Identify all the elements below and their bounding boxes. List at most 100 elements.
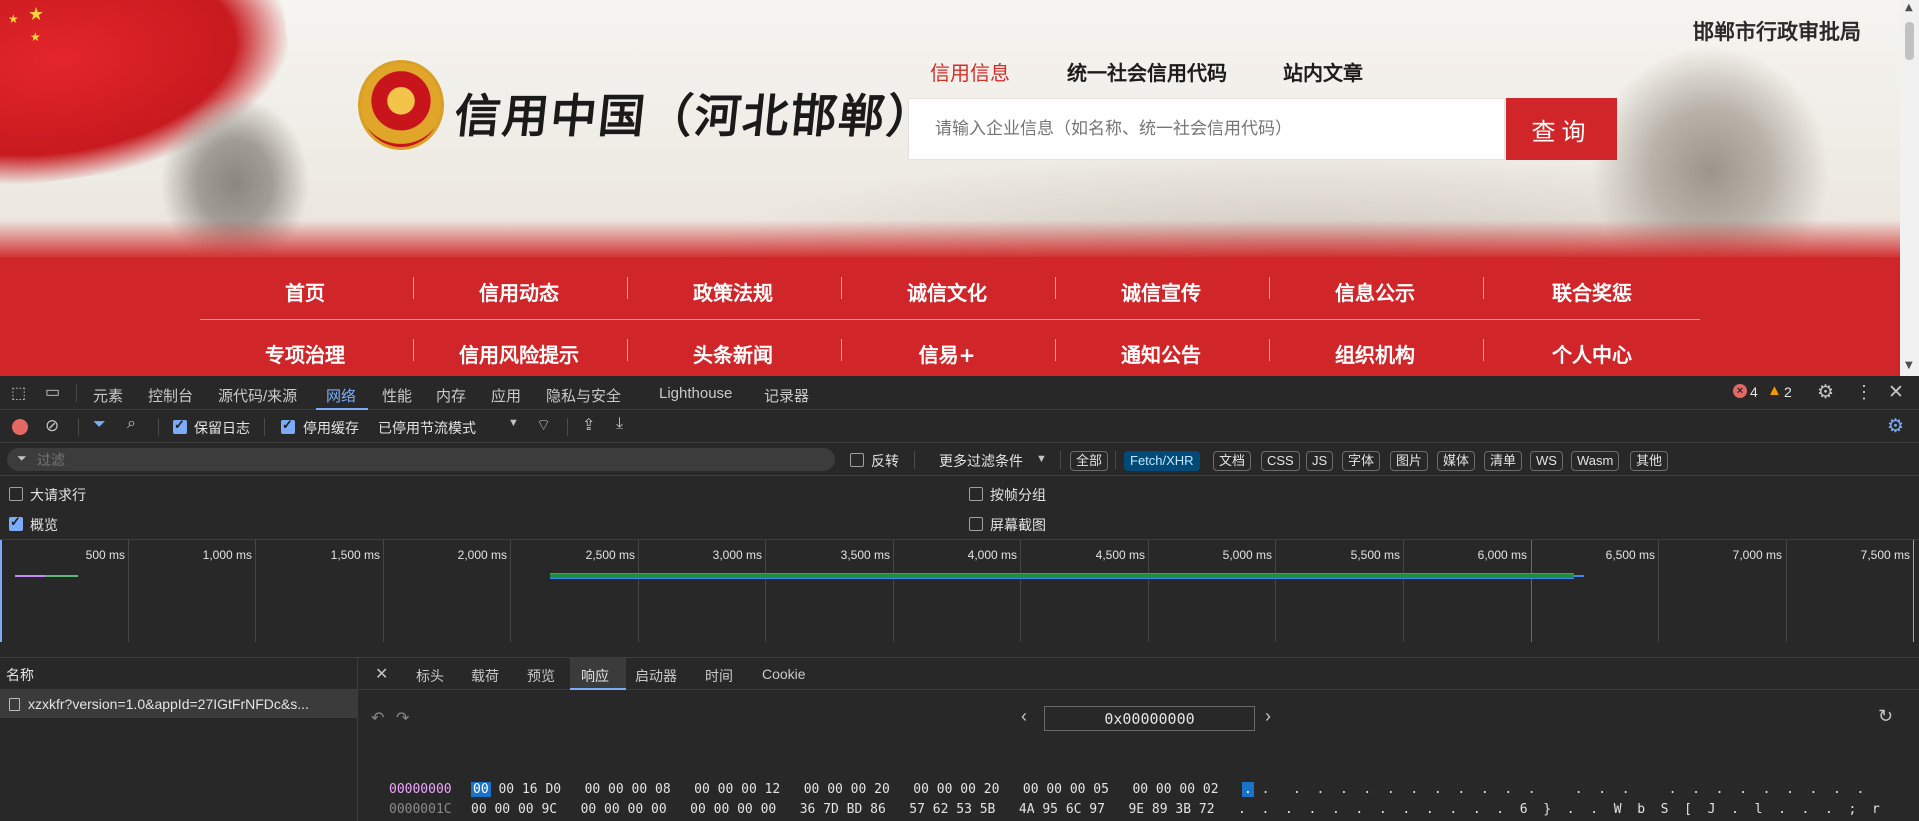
- name-column-header[interactable]: 名称: [0, 658, 357, 690]
- nav-item-integrity-culture[interactable]: 诚信文化: [840, 277, 1054, 306]
- ascii-char-selected[interactable]: .: [1242, 782, 1254, 797]
- previous-page-icon[interactable]: ‹: [1021, 706, 1027, 727]
- search-button[interactable]: 查询: [1506, 98, 1617, 160]
- redo-icon[interactable]: ↷: [396, 708, 409, 728]
- search-icon[interactable]: ⌕: [127, 415, 136, 433]
- tab-initiator[interactable]: 启动器: [635, 666, 677, 686]
- disable-cache-checkbox[interactable]: [281, 417, 295, 434]
- timeline-selection-edge[interactable]: [0, 540, 2, 642]
- type-filter-img[interactable]: 图片: [1390, 451, 1429, 471]
- group-by-frame-label: 按帧分组: [990, 487, 1046, 503]
- hex-bytes[interactable]: 00 00 00 9C 00 00 00 00 00 00 00 00 36 7…: [471, 802, 1215, 817]
- hex-byte-selected[interactable]: 00: [471, 782, 491, 797]
- ascii-text[interactable]: . . . . . . . . . . . . . . . . . . . . …: [1254, 782, 1865, 797]
- nav-item-home[interactable]: 首页: [198, 277, 412, 306]
- network-settings-icon[interactable]: ⚙: [1887, 415, 1904, 438]
- type-filter-other[interactable]: 其他: [1630, 451, 1669, 471]
- timeline-overview[interactable]: 500 ms 1,000 ms 1,500 ms 2,000 ms 2,500 …: [0, 540, 1919, 658]
- nav-item-organization[interactable]: 组织机构: [1268, 339, 1482, 368]
- network-conditions-icon[interactable]: ⌔: [536, 415, 551, 435]
- scroll-down-icon[interactable]: ▼: [1905, 360, 1913, 371]
- site-logo-title[interactable]: 信用中国（河北邯郸）: [452, 80, 939, 146]
- big-rows-checkbox[interactable]: [9, 487, 23, 501]
- tab-network[interactable]: 网络: [326, 385, 356, 406]
- tab-sources[interactable]: 源代码/来源: [218, 385, 297, 406]
- tab-privacy-security[interactable]: 隐私与安全: [546, 385, 621, 406]
- chevron-down-icon[interactable]: ▼: [1036, 453, 1047, 465]
- record-stop-icon[interactable]: [12, 419, 28, 435]
- nav-item-policy[interactable]: 政策法规: [626, 277, 840, 306]
- tab-payload[interactable]: 载荷: [471, 666, 499, 686]
- hex-bytes[interactable]: 00 16 D0 00 00 00 08 00 00 00 12 00 00 0…: [498, 782, 1218, 797]
- enterprise-search-input[interactable]: [909, 99, 1504, 159]
- tab-timing[interactable]: 时间: [705, 666, 733, 686]
- tab-application[interactable]: 应用: [491, 385, 521, 406]
- tab-recorder[interactable]: 记录器: [764, 385, 809, 406]
- tab-elements[interactable]: 元素: [93, 385, 123, 406]
- group-by-frame-checkbox[interactable]: [969, 487, 983, 501]
- nav-item-integrity-promo[interactable]: 诚信宣传: [1054, 277, 1268, 306]
- type-filter-doc[interactable]: 文档: [1213, 451, 1252, 471]
- nav-item-risk-alerts[interactable]: 信用风险提示: [412, 339, 626, 368]
- clear-icon[interactable]: ⊘: [45, 416, 59, 436]
- chevron-down-icon[interactable]: ▼: [508, 417, 519, 429]
- ascii-text[interactable]: . . . . . . . . . . . . 6 } . . W b S [ …: [1238, 802, 1880, 817]
- nav-item-credit-news[interactable]: 信用动态: [412, 277, 626, 306]
- error-count[interactable]: 4: [1750, 384, 1758, 400]
- type-filter-manifest[interactable]: 清单: [1484, 451, 1523, 471]
- request-row[interactable]: xzxkfr?version=1.0&appId=27IGtFrNFDc&s..…: [0, 690, 357, 718]
- timeline-selection-edge[interactable]: [1913, 540, 1914, 642]
- tab-memory[interactable]: 内存: [436, 385, 466, 406]
- tab-console[interactable]: 控制台: [148, 385, 193, 406]
- type-filter-ws[interactable]: WS: [1530, 451, 1563, 471]
- tab-lighthouse[interactable]: Lighthouse: [659, 385, 732, 402]
- nav-item-personal-center[interactable]: 个人中心: [1485, 339, 1699, 368]
- type-filter-js[interactable]: JS: [1306, 451, 1334, 471]
- scroll-up-icon[interactable]: ▲: [1905, 2, 1913, 13]
- preserve-log-checkbox[interactable]: [173, 417, 187, 434]
- nav-item-special-governance[interactable]: 专项治理: [198, 339, 412, 368]
- type-filter-css[interactable]: CSS: [1261, 451, 1300, 471]
- type-filter-all[interactable]: 全部: [1070, 451, 1109, 471]
- undo-icon[interactable]: ↶: [371, 708, 384, 728]
- top-link-site-articles[interactable]: 站内文章: [1283, 57, 1363, 86]
- refresh-icon[interactable]: ↻: [1878, 706, 1893, 727]
- inspect-element-icon[interactable]: ⬚: [11, 383, 26, 403]
- tab-preview[interactable]: 预览: [527, 666, 555, 686]
- invert-checkbox[interactable]: [850, 453, 864, 467]
- import-har-icon[interactable]: ⇪: [582, 415, 595, 435]
- tab-performance[interactable]: 性能: [382, 385, 412, 406]
- next-page-icon[interactable]: ›: [1265, 706, 1271, 727]
- top-link-credit-info[interactable]: 信用信息: [930, 57, 1010, 86]
- scroll-thumb[interactable]: [1905, 22, 1914, 60]
- filter-input[interactable]: [37, 450, 817, 469]
- overview-checkbox[interactable]: [9, 514, 23, 531]
- close-detail-icon[interactable]: ✕: [375, 664, 388, 684]
- tab-cookies[interactable]: Cookie: [762, 666, 806, 682]
- filter-icon[interactable]: ⏷: [93, 416, 106, 434]
- close-devtools-icon[interactable]: ✕: [1888, 381, 1904, 404]
- more-filters-dropdown[interactable]: 更多过滤条件: [939, 451, 1023, 471]
- type-filter-fetch-xhr[interactable]: Fetch/XHR: [1124, 451, 1200, 471]
- export-har-icon[interactable]: ⤓: [616, 415, 623, 433]
- hex-address-input[interactable]: [1044, 706, 1255, 731]
- device-toolbar-icon[interactable]: ▭: [45, 382, 60, 402]
- throttle-select[interactable]: 已停用节流模式: [378, 418, 476, 438]
- more-options-icon[interactable]: ⋮: [1855, 382, 1873, 403]
- nav-item-info-disclosure[interactable]: 信息公示: [1268, 277, 1482, 306]
- nav-item-notices[interactable]: 通知公告: [1054, 339, 1268, 368]
- nav-item-headlines[interactable]: 头条新闻: [626, 339, 840, 368]
- top-link-credit-code[interactable]: 统一社会信用代码: [1067, 57, 1227, 86]
- tab-headers[interactable]: 标头: [416, 666, 444, 686]
- tab-response[interactable]: 响应: [581, 666, 609, 686]
- settings-gear-icon[interactable]: ⚙: [1817, 381, 1834, 404]
- nav-item-rewards-penalties[interactable]: 联合奖惩: [1485, 277, 1699, 306]
- type-filter-wasm[interactable]: Wasm: [1571, 451, 1620, 471]
- warning-count[interactable]: 2: [1784, 384, 1792, 400]
- page-scrollbar[interactable]: ▲ ▼: [1900, 0, 1919, 376]
- type-filter-font[interactable]: 字体: [1342, 451, 1381, 471]
- screenshots-checkbox[interactable]: [969, 517, 983, 531]
- nav-item-xinyi-plus[interactable]: 信易+: [840, 339, 1054, 368]
- type-filter-media[interactable]: 媒体: [1437, 451, 1476, 471]
- tick-label: 5,000 ms: [1222, 548, 1272, 562]
